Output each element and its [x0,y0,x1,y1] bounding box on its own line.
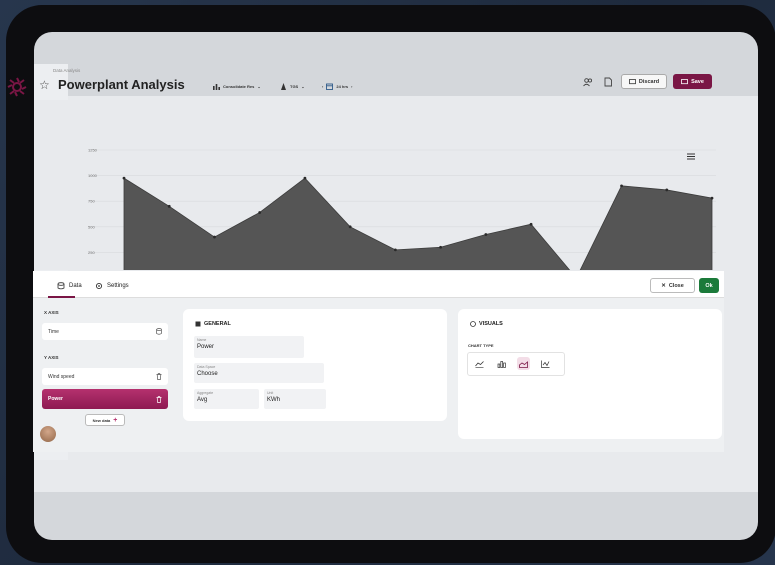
chevron-left-icon[interactable]: ‹ [322,84,323,89]
name-input[interactable]: Name Power [194,336,304,358]
name-label: Name [197,338,207,342]
power-point[interactable] [122,176,126,180]
aggregate-label: Aggregate [197,391,214,395]
y-tick-label: 500 [88,224,95,229]
save-icon [681,78,688,84]
area-chart-icon [519,360,528,368]
aggregate-select[interactable]: Aggregate Avg [194,389,259,409]
general-icon [195,321,201,327]
chevron-down-icon: ⌄ [301,84,305,89]
export-file-icon[interactable] [603,77,613,87]
data-space-value: Choose [197,371,218,377]
unit-value: KWh [267,397,281,403]
avatar[interactable] [40,426,56,442]
palette-icon [470,321,476,327]
breadcrumb[interactable]: Data Analysis [53,68,80,73]
chevron-down-icon: ⌄ [257,84,261,89]
filter-tgs[interactable]: TGS ⌄ [280,81,305,92]
tab-settings[interactable]: Settings [95,282,129,290]
close-icon: ✕ [661,282,666,289]
power-point[interactable] [439,245,443,249]
new-data-label: New data [92,417,111,423]
filter-consolidate[interactable]: Consolidate Res ⌄ [213,81,261,92]
line-chart-icon [475,360,484,368]
database-icon [57,282,65,290]
filter-tgs-label: TGS [290,84,299,89]
power-point[interactable] [303,176,307,180]
plus-icon: + [113,416,118,424]
power-point[interactable] [665,188,669,192]
chart-type-selector [467,352,565,376]
save-button[interactable]: Save [673,74,712,89]
y-axis-item-label: Wind speed [48,373,75,380]
comment-icon [629,78,636,84]
power-chart[interactable]: 025050075010001250012345678910111213Time [34,100,724,270]
general-title: GENERAL [195,321,231,327]
date-range-label: 24 hrs [336,84,349,89]
database-icon [156,328,162,335]
filter-consolidate-label: Consolidate Res [223,84,255,89]
logo-icon [7,77,27,97]
discard-button[interactable]: Discard [621,74,667,89]
data-space-select[interactable]: Data Space Choose [194,363,324,383]
favorite-star-icon[interactable]: ☆ [39,78,50,92]
visuals-title: VISUALS [470,321,503,327]
data-space-label: Data Space [197,365,216,369]
y-axis-item-selected[interactable]: Power [42,389,168,409]
tab-data[interactable]: Data [57,282,82,290]
y-tick-label: 250 [88,250,95,255]
close-label: Close [668,282,684,289]
x-axis-item[interactable]: Time [42,323,168,340]
y-tick-label: 1250 [88,148,98,153]
users-icon[interactable] [583,77,593,87]
x-axis-item-label: Time [48,328,59,335]
tab-settings-label: Settings [107,283,129,289]
calendar-icon [326,83,334,90]
chevron-right-icon[interactable]: › [351,84,352,89]
tab-active-indicator [48,296,75,298]
y-tick-label: 750 [88,199,95,204]
scatter-chart-icon [541,360,550,368]
page-title: Powerplant Analysis [58,77,185,92]
name-value: Power [197,344,215,350]
tower-icon [281,83,286,90]
gear-icon [95,282,103,290]
trash-icon[interactable] [156,373,162,380]
scatter-chart-option[interactable] [539,357,552,370]
bar-chart-icon [213,84,220,90]
general-title-text: GENERAL [204,321,231,327]
power-point[interactable] [710,196,714,200]
power-point[interactable] [348,225,352,229]
new-data-button[interactable]: New data + [85,414,125,426]
unit-label: Unit [267,391,274,395]
area-chart-option[interactable] [517,357,530,370]
visuals-title-text: VISUALS [479,321,503,327]
close-button[interactable]: ✕ Close [650,278,695,293]
ok-button[interactable]: Ok [699,278,719,293]
power-point[interactable] [484,233,488,236]
aggregate-value: Avg [197,397,208,403]
power-point[interactable] [167,204,171,208]
x-axis-label: X AXIS [44,310,59,315]
power-point[interactable] [529,222,533,226]
y-axis-item-label: Power [48,396,64,402]
date-range[interactable]: ‹ 24 hrs › [322,81,352,92]
power-point[interactable] [213,235,216,239]
trash-icon[interactable] [156,395,162,403]
line-chart-option[interactable] [473,357,486,370]
y-axis-item[interactable]: Wind speed [42,368,168,385]
y-axis-label: Y AXIS [44,355,59,360]
power-point[interactable] [258,211,262,214]
bar-chart-option[interactable] [495,357,508,370]
save-label: Save [691,78,704,85]
bar-chart-icon [497,360,506,368]
unit-input[interactable]: Unit KWh [264,389,326,409]
power-point[interactable] [620,184,623,188]
y-tick-label: 1000 [88,173,98,178]
panel-tabs [33,271,724,298]
tab-data-label: Data [69,283,82,289]
chart-type-label: CHART TYPE [468,343,494,348]
power-point[interactable] [393,248,397,252]
discard-label: Discard [638,78,660,85]
